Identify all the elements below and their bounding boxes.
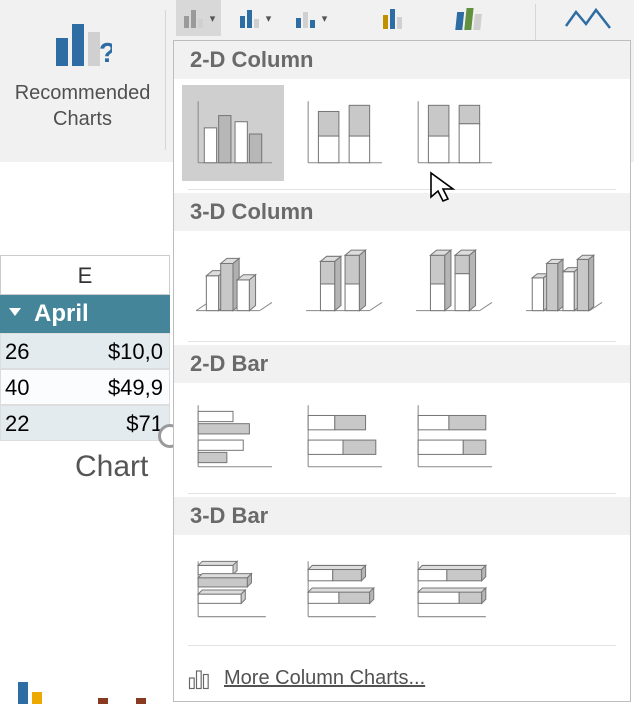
three-d-column-icon [522, 247, 604, 323]
ribbon-map-chart-button[interactable] [440, 0, 500, 36]
chart-preview-fragment [0, 674, 170, 704]
table-header-cell[interactable]: April [0, 295, 170, 333]
more-column-charts-link[interactable]: More Column Charts... [174, 655, 630, 701]
chart-option-clustered-column[interactable] [182, 85, 284, 181]
table-cell[interactable]: 22 $71 [0, 405, 170, 441]
section-header-2d-bar: 2-D Bar [174, 345, 630, 383]
three-d-stacked-column-icon [302, 247, 384, 323]
chevron-down-icon: ▾ [266, 12, 272, 25]
section-header-3d-column: 3-D Column [174, 193, 630, 231]
chart-option-clustered-bar[interactable] [182, 389, 284, 485]
ribbon-sparkline-button[interactable] [554, 0, 624, 36]
combo-chart-icon [294, 6, 318, 30]
clustered-column-icon [192, 95, 274, 171]
chart-option-3d-100-stacked-bar[interactable] [402, 541, 504, 637]
three-d-stacked-bar-icon [302, 551, 384, 627]
chart-option-3d-stacked-column[interactable] [292, 237, 394, 333]
three-d-full-stacked-column-icon [412, 247, 494, 323]
chart-type-dropdown-panel: 2-D Column 3-D Column [173, 40, 631, 702]
chart-option-100-stacked-bar[interactable] [402, 389, 504, 485]
ribbon-stock-chart-button[interactable] [370, 0, 415, 36]
ribbon-combo-chart-button[interactable]: ▾ [288, 0, 333, 36]
chart-option-3d-clustered-bar[interactable] [182, 541, 284, 637]
filter-dropdown-icon[interactable] [9, 308, 21, 316]
chart-option-100-stacked-column[interactable] [402, 85, 504, 181]
bar-chart-icon [238, 6, 262, 30]
more-column-charts-label: More Column Charts... [224, 667, 425, 690]
ribbon-bar-chart-button[interactable]: ▾ [232, 0, 277, 36]
table-cell[interactable]: 40 $49,9 [0, 369, 170, 405]
stacked-column-icon [302, 95, 384, 171]
chart-title-placeholder[interactable]: Chart [75, 450, 148, 484]
chart-option-3d-column[interactable] [512, 237, 614, 333]
sparkline-icon [564, 4, 614, 32]
full-stacked-column-icon [412, 95, 494, 171]
stacked-bar-icon [302, 399, 384, 475]
chart-option-3d-clustered-column[interactable] [182, 237, 284, 333]
chart-option-stacked-column[interactable] [292, 85, 394, 181]
stock-chart-icon [380, 5, 406, 31]
clustered-bar-icon [192, 399, 274, 475]
chart-option-3d-stacked-bar[interactable] [292, 541, 394, 637]
chevron-down-icon: ▾ [210, 12, 216, 25]
table-header-label: April [34, 300, 89, 328]
ribbon-separator [165, 10, 166, 150]
section-header-3d-bar: 3-D Bar [174, 497, 630, 535]
chart-option-3d-100-stacked-column[interactable] [402, 237, 504, 333]
chart-option-stacked-bar[interactable] [292, 389, 394, 485]
recommended-charts-icon: ? [52, 18, 112, 68]
three-d-full-stacked-bar-icon [412, 551, 494, 627]
recommended-charts-label: Recommended Charts [0, 80, 165, 132]
section-header-2d-column: 2-D Column [174, 41, 630, 79]
three-d-clustered-bar-icon [192, 551, 274, 627]
column-chart-icon [182, 6, 206, 30]
map-chart-icon [455, 4, 485, 32]
ribbon-column-chart-button[interactable]: ▾ [176, 0, 221, 36]
recommended-charts-button[interactable]: ? Recommended Charts [0, 0, 165, 158]
chevron-down-icon: ▾ [322, 12, 328, 25]
full-stacked-bar-icon [412, 399, 494, 475]
three-d-clustered-column-icon [192, 247, 274, 323]
svg-text:?: ? [99, 37, 112, 68]
column-chart-icon [186, 664, 214, 692]
table-cell[interactable]: 26 $10,0 [0, 333, 170, 369]
column-header[interactable]: E [0, 255, 170, 295]
